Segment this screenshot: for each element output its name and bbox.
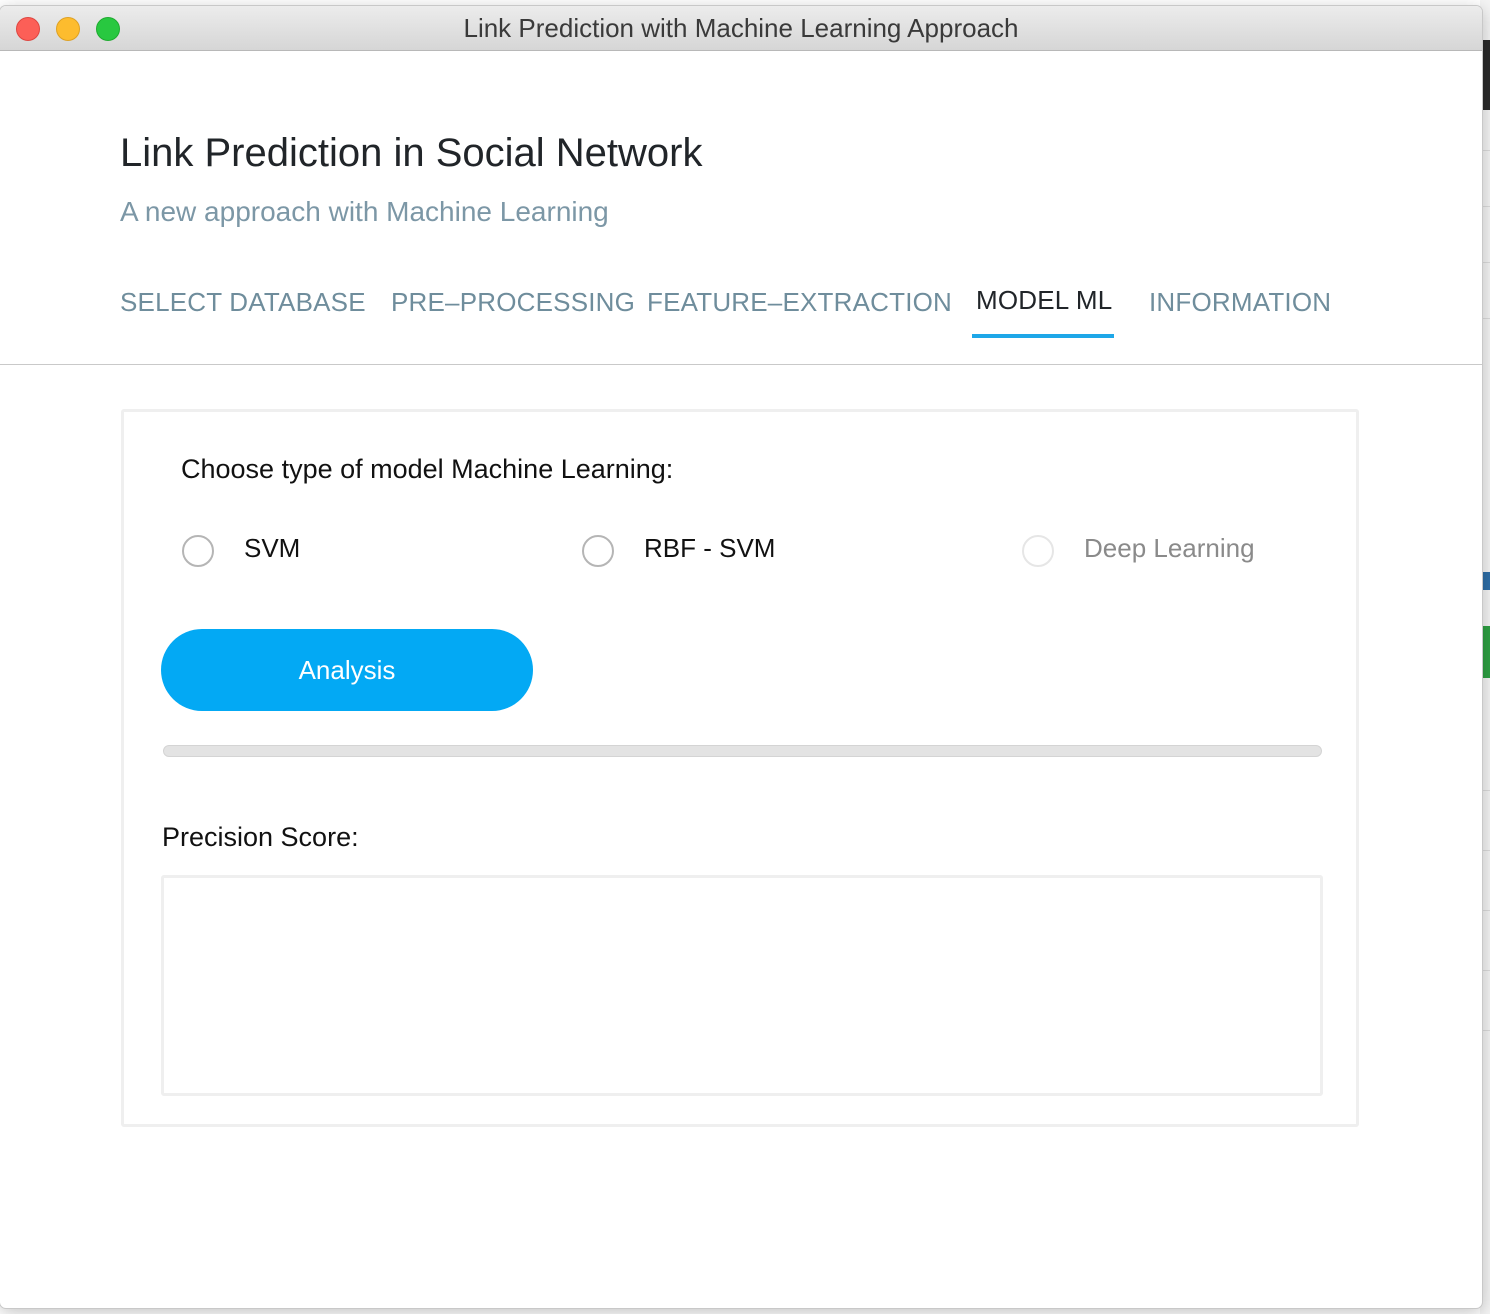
window-titlebar[interactable]: Link Prediction with Machine Learning Ap… (0, 6, 1482, 51)
model-type-prompt: Choose type of model Machine Learning: (181, 454, 674, 484)
tab-select-database[interactable]: SELECT DATABASE (120, 287, 366, 318)
active-tab-indicator (972, 334, 1114, 338)
page-title: Link Prediction in Social Network (120, 131, 703, 175)
deep-learning-radio-label: Deep Learning (1084, 533, 1255, 563)
page-subtitle: A new approach with Machine Learning (120, 196, 609, 227)
svm-radio[interactable] (182, 535, 214, 567)
app-header: Link Prediction in Social Network A new … (0, 51, 1482, 365)
svm-radio-label[interactable]: SVM (244, 533, 300, 564)
rbf-svm-radio-label[interactable]: RBF - SVM (644, 533, 775, 564)
app-window: Link Prediction with Machine Learning Ap… (0, 6, 1482, 1308)
deep-learning-radio (1022, 535, 1054, 567)
precision-score-output[interactable] (161, 875, 1323, 1096)
tab-model-ml[interactable]: MODEL ML (976, 285, 1112, 316)
analysis-progress-bar (163, 745, 1322, 757)
analysis-button[interactable]: Analysis (161, 629, 533, 711)
tab-information[interactable]: INFORMATION (1149, 287, 1331, 318)
tab-feature-extraction[interactable]: FEATURE–EXTRACTION (647, 287, 952, 318)
precision-score-label: Precision Score: (162, 822, 359, 852)
rbf-svm-radio[interactable] (582, 535, 614, 567)
model-selection-card: Choose type of model Machine Learning: S… (121, 409, 1359, 1127)
window-title: Link Prediction with Machine Learning Ap… (463, 13, 1019, 43)
tab-pre-processing[interactable]: PRE–PROCESSING (391, 287, 635, 318)
